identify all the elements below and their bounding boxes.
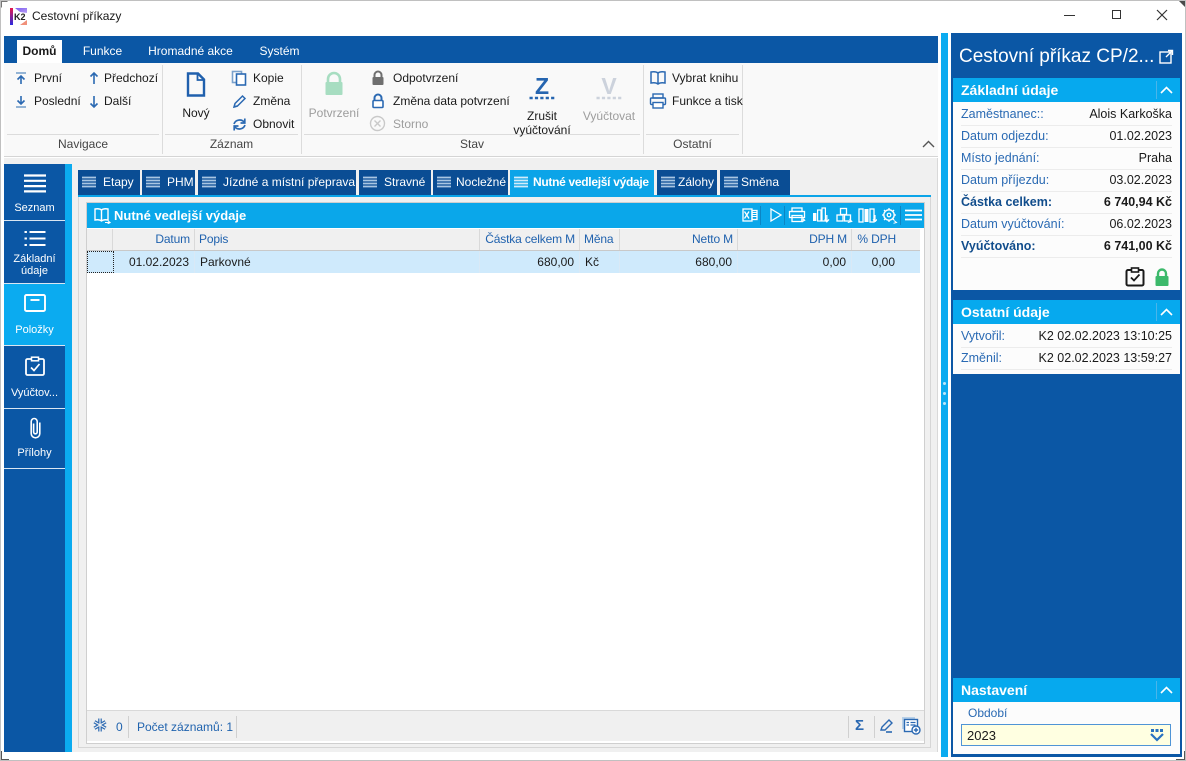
svg-text:K2: K2 bbox=[14, 12, 26, 22]
